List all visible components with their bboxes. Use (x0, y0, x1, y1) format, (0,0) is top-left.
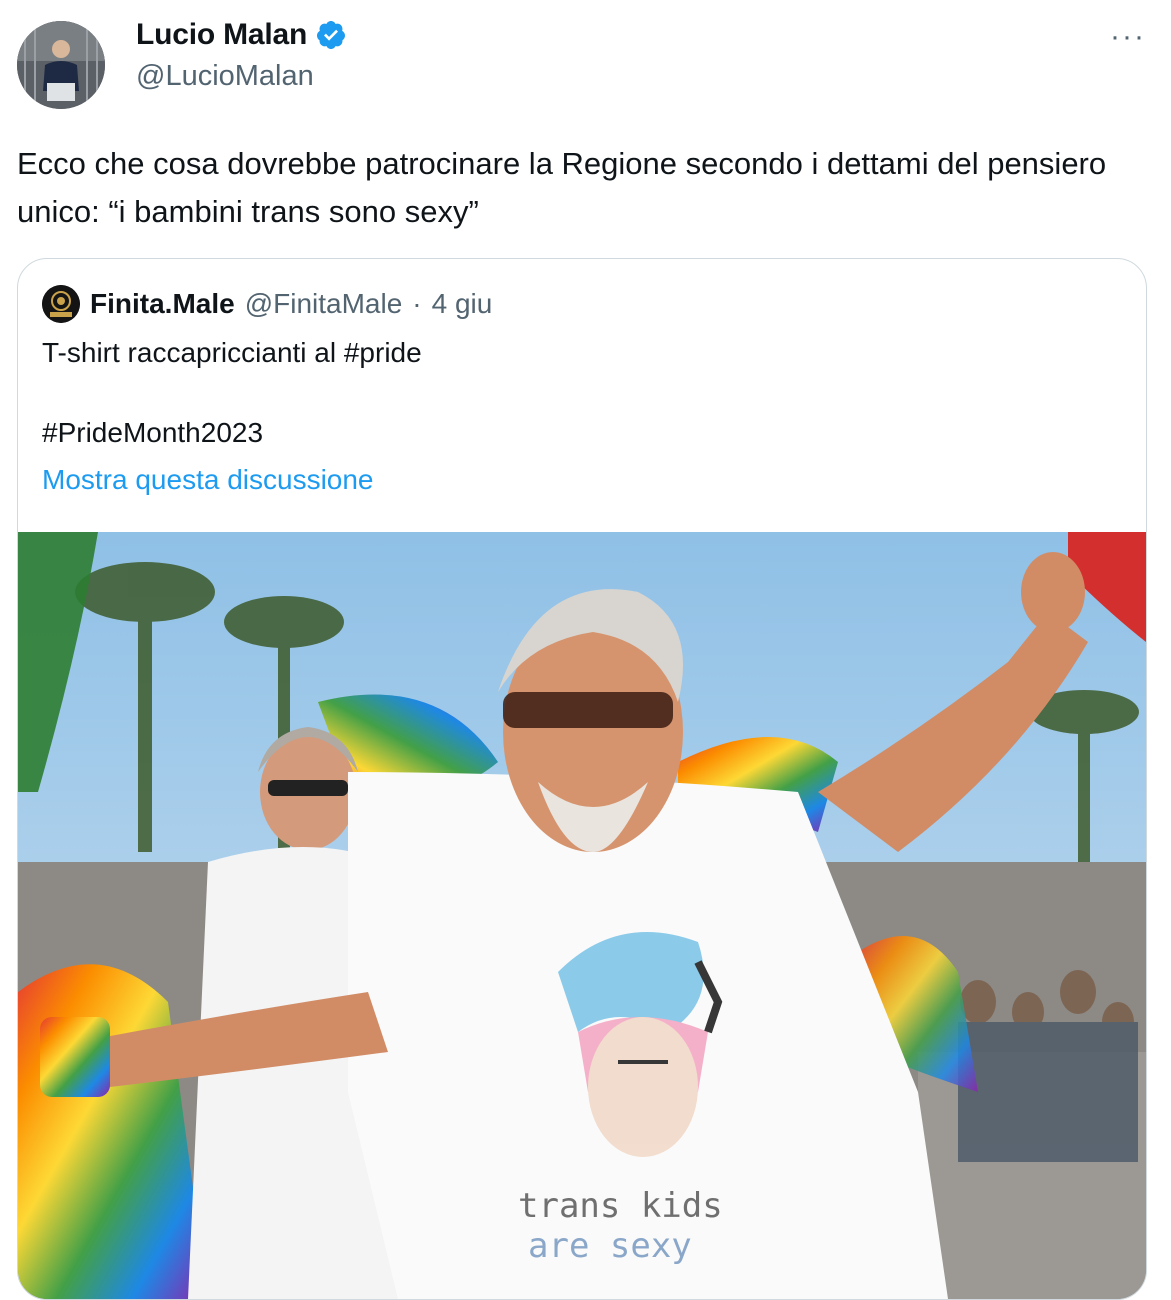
separator-dot: · (412, 288, 422, 319)
verified-badge-icon (317, 21, 346, 49)
quoted-tweet[interactable]: Finita.Male @FinitaMale · 4 giu T-shirt … (17, 258, 1147, 1300)
quoted-photo[interactable]: trans kids are sexy (18, 532, 1146, 1299)
finita-male-logo-icon (42, 285, 80, 323)
quoted-hashtag[interactable]: #PrideMonth2023 (42, 417, 263, 449)
avatar-photo (17, 21, 105, 109)
quoted-author-name[interactable]: Finita.Male (90, 288, 235, 320)
show-thread-link[interactable]: Mostra questa discussione (42, 464, 374, 496)
author-avatar[interactable] (17, 21, 105, 109)
author-name-row: Lucio Malan (136, 18, 347, 52)
more-options-icon[interactable]: ··· (1110, 20, 1146, 54)
tweet-text: Ecco che cosa dovrebbe patrocinare la Re… (17, 146, 1107, 229)
author-name[interactable]: Lucio Malan (136, 18, 307, 52)
quoted-author-handle[interactable]: @FinitaMale (245, 288, 403, 320)
quoted-avatar[interactable] (42, 285, 80, 323)
shirt-text-line2: are sexy (528, 1226, 692, 1266)
quoted-date[interactable]: 4 giu (432, 288, 493, 320)
quoted-text-line: T-shirt raccapriccianti al #pride (42, 337, 422, 368)
shirt-text-line1: trans kids (518, 1186, 723, 1226)
quoted-header: Finita.Male @FinitaMale · 4 giu (42, 285, 492, 323)
author-handle[interactable]: @LucioMalan (136, 60, 314, 93)
